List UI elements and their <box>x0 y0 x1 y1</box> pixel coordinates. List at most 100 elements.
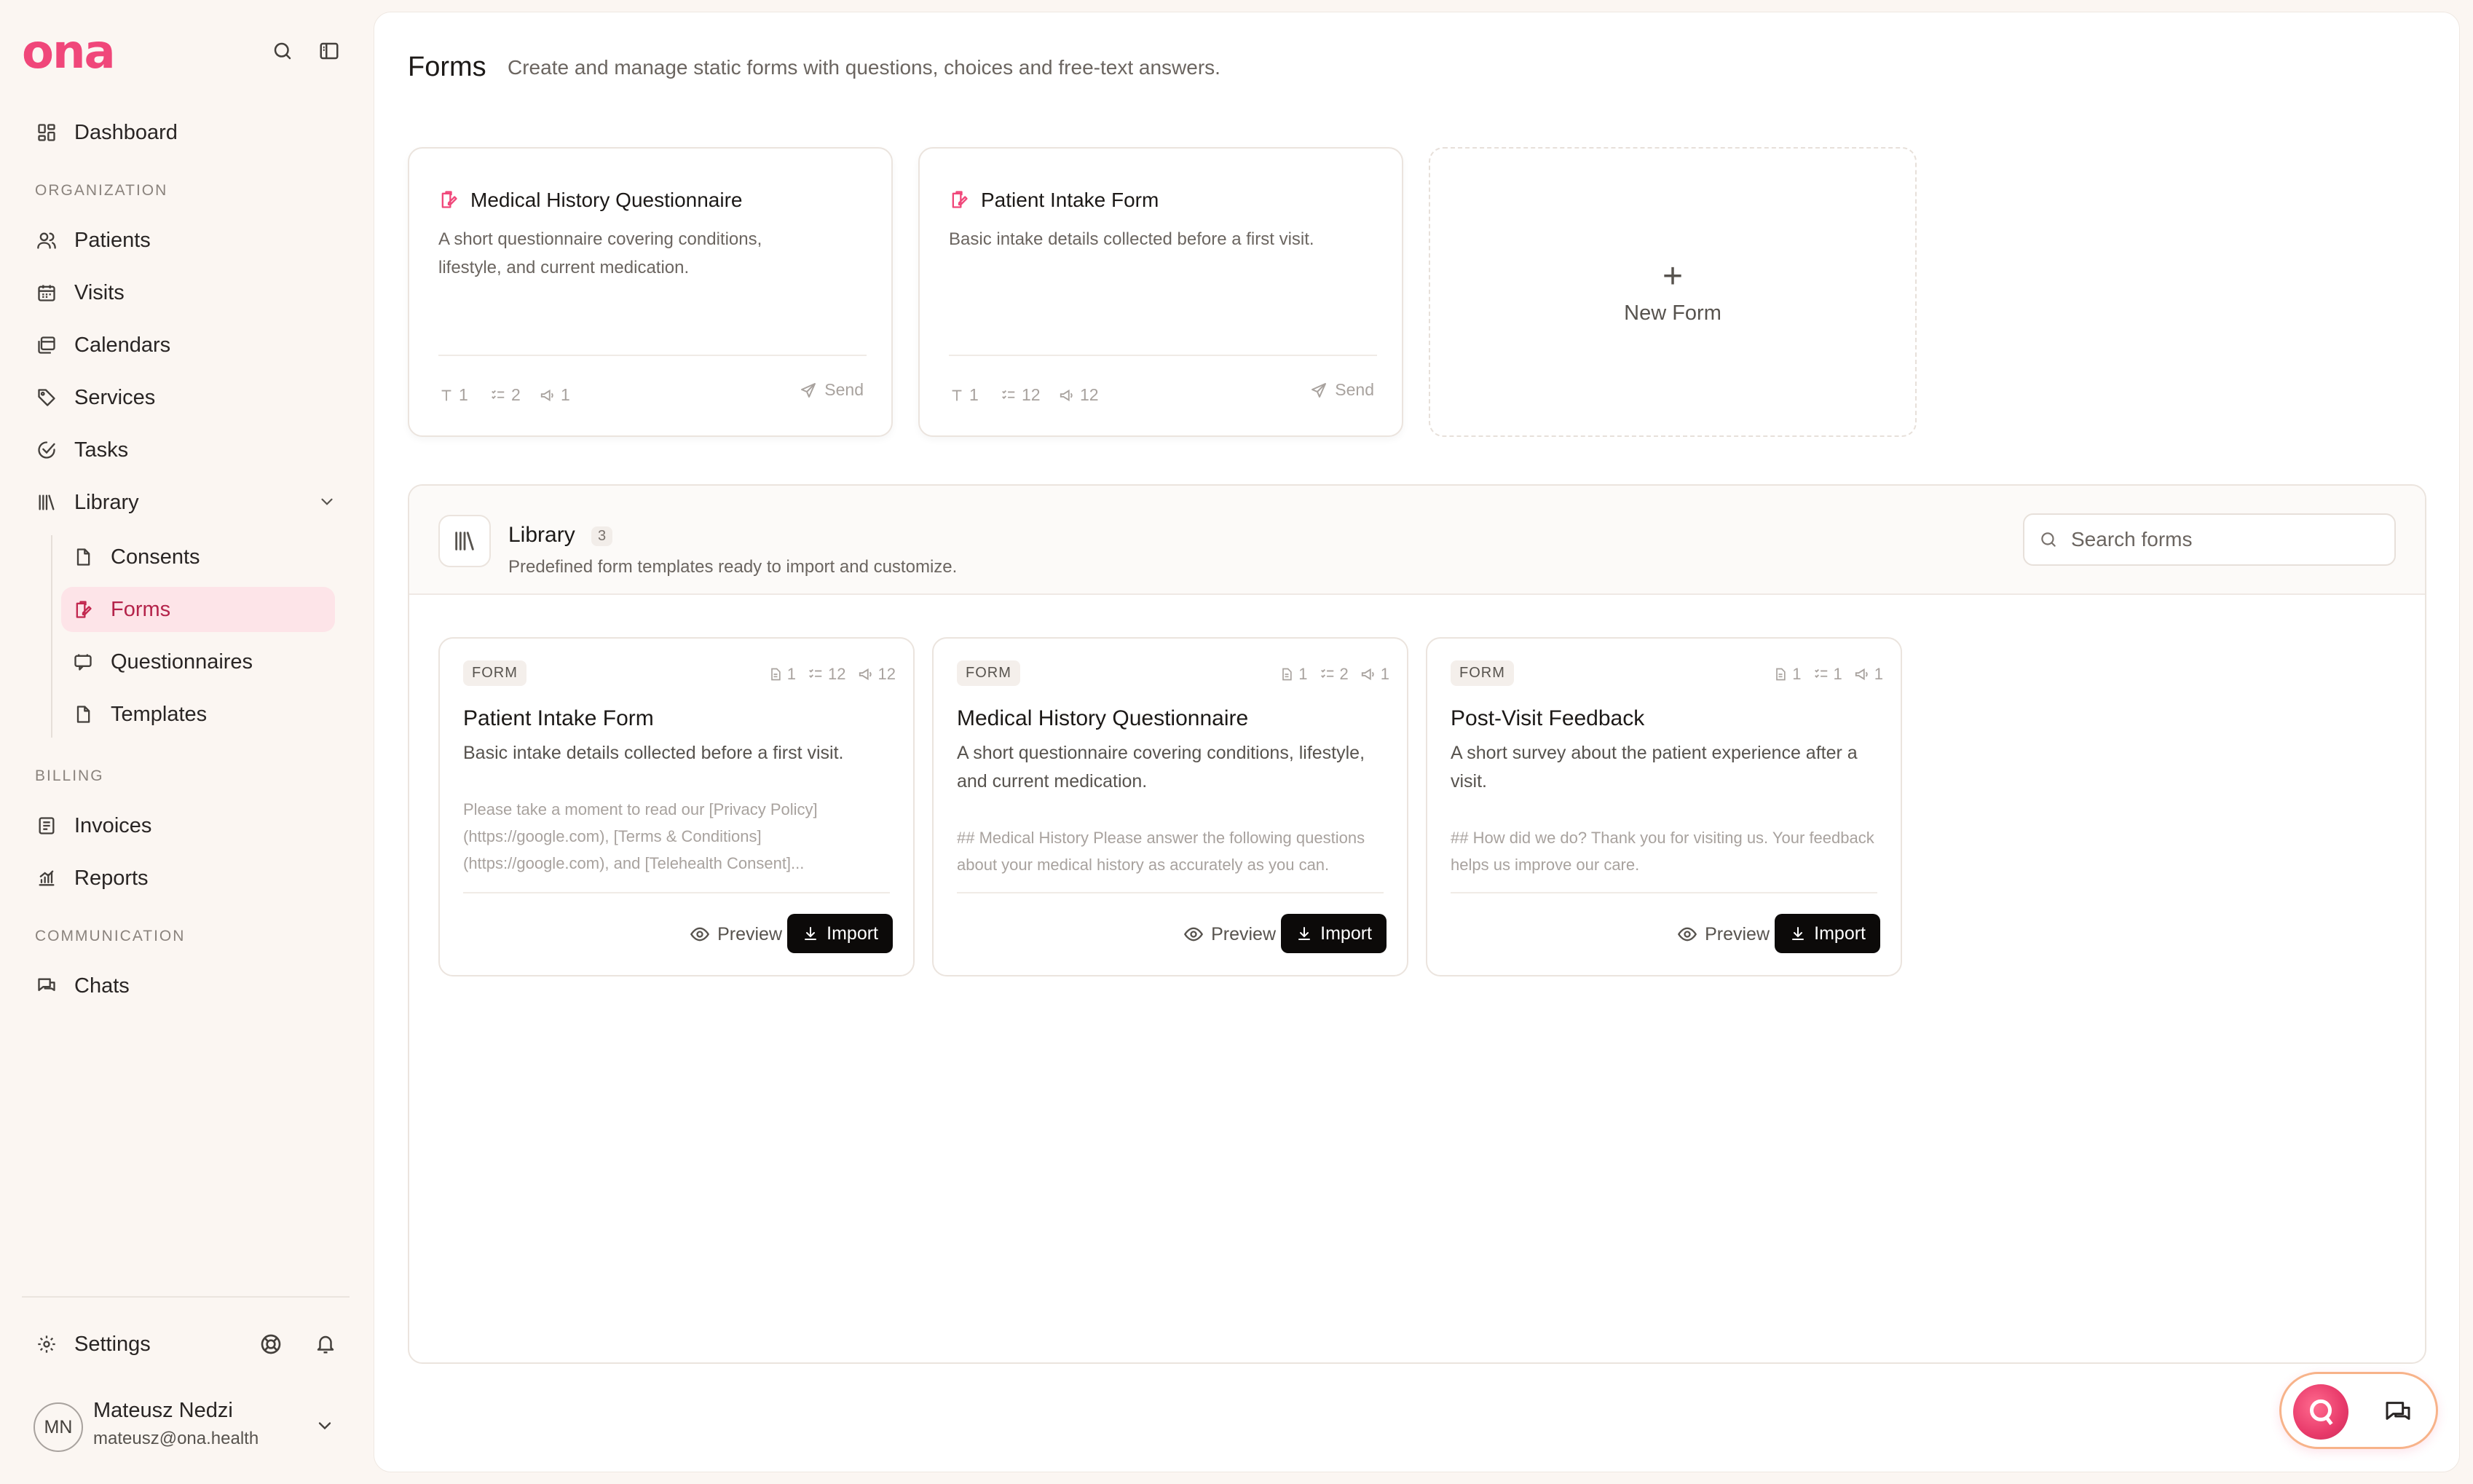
sidebar-item-calendars[interactable]: Calendars <box>32 323 338 368</box>
type-badge: FORM <box>1451 660 1514 686</box>
template-description: Basic intake details collected before a … <box>463 743 844 763</box>
divider <box>949 355 1377 356</box>
sidebar-item-label: Tasks <box>74 438 129 462</box>
docs-count: 1 <box>1773 665 1802 684</box>
checklist-icon <box>492 390 505 399</box>
template-description: A short questionnaire covering condition… <box>957 743 1365 792</box>
sidebar-item-label: Library <box>74 490 139 514</box>
sidebar-item-library[interactable]: Library <box>32 480 338 525</box>
dashboard-icon <box>35 121 58 144</box>
bell-icon[interactable] <box>315 1333 336 1356</box>
sidebar-item-templates[interactable]: Templates <box>61 692 335 737</box>
sidebar-item-label: Visits <box>74 280 125 304</box>
sidebar-item-tasks[interactable]: Tasks <box>32 427 338 473</box>
form-card[interactable]: Medical History Questionnaire A short qu… <box>408 147 893 437</box>
form-card[interactable]: Patient Intake Form Basic intake details… <box>918 147 1403 437</box>
search-icon <box>2039 530 2058 549</box>
template-body-preview: ## Medical History Please answer the fol… <box>957 829 1365 874</box>
statements-count: 12 <box>1058 385 1099 405</box>
sidebar-toggle-icon[interactable] <box>315 36 344 66</box>
checklist-icon <box>809 668 822 678</box>
search-field[interactable] <box>2023 513 2396 566</box>
choices-count: 2 <box>489 385 521 405</box>
statements-count: 12 <box>858 665 896 684</box>
assistant-logo-icon[interactable] <box>2293 1384 2348 1440</box>
send-icon <box>801 382 816 398</box>
library-header: Library 3 Predefined form templates read… <box>409 486 2425 595</box>
sidebar-item-label: Settings <box>74 1332 151 1356</box>
sidebar-item-questionnaires[interactable]: Questionnaires <box>61 639 335 684</box>
statements-count: 1 <box>1360 665 1389 684</box>
sidebar-item-label: Templates <box>111 702 208 726</box>
sidebar-item-consents[interactable]: Consents <box>61 534 335 580</box>
megaphone-icon <box>540 389 553 401</box>
docs-count: 1 <box>1279 665 1308 684</box>
sidebar-item-label: Calendars <box>74 333 171 357</box>
divider <box>463 892 890 893</box>
sidebar-item-label: Services <box>74 385 156 409</box>
avatar[interactable]: MN <box>33 1402 83 1452</box>
template-description: A short survey about the patient experie… <box>1451 743 1858 792</box>
submenu-guide-line <box>51 535 52 738</box>
sidebar-item-forms[interactable]: Forms <box>61 587 335 632</box>
chat-icon[interactable] <box>2383 1398 2413 1427</box>
search-icon[interactable] <box>268 36 297 66</box>
ona-logo[interactable]: ona <box>22 29 116 76</box>
text-count: 1 <box>438 385 468 405</box>
section-label-organization: ORGANIZATION <box>35 182 168 199</box>
chevron-down-icon[interactable] <box>315 1416 335 1436</box>
template-card: FORM 1 12 12 Patient Intake Form Basic i… <box>438 637 915 976</box>
sidebar-item-label: Patients <box>74 228 151 252</box>
import-button[interactable]: Import <box>1281 914 1387 953</box>
document-icon <box>71 703 95 726</box>
import-button[interactable]: Import <box>1775 914 1880 953</box>
sidebar-item-settings[interactable]: Settings <box>32 1322 251 1367</box>
sidebar-item-label: Questionnaires <box>111 650 253 674</box>
checklist-icon <box>1814 668 1827 678</box>
new-form-label: New Form <box>1624 301 1721 325</box>
user-name: Mateusz Nedzi <box>93 1399 233 1422</box>
download-icon <box>1792 927 1805 940</box>
template-body-preview: ## How did we do? Thank you for visiting… <box>1451 829 1874 874</box>
plus-icon: + <box>1662 256 1684 296</box>
main-panel: Forms Create and manage static forms wit… <box>374 12 2460 1472</box>
sidebar-item-invoices[interactable]: Invoices <box>32 803 338 848</box>
preview-button[interactable]: Preview <box>1677 915 1770 953</box>
eye-icon <box>690 927 710 942</box>
sidebar-item-chats[interactable]: Chats <box>32 963 338 1009</box>
chevron-down-icon[interactable] <box>317 492 336 511</box>
chat-widget[interactable] <box>2279 1372 2438 1449</box>
library-description: Predefined form templates ready to impor… <box>508 557 958 577</box>
text-icon <box>441 390 451 400</box>
sidebar-item-dashboard[interactable]: Dashboard <box>32 110 338 155</box>
users-icon <box>35 229 58 252</box>
bar-chart-icon <box>35 867 58 890</box>
preview-button[interactable]: Preview <box>690 915 782 953</box>
divider <box>1451 892 1877 893</box>
page-description: Create and manage static forms with ques… <box>508 56 1220 79</box>
send-button[interactable]: Send <box>800 380 864 400</box>
new-form-button[interactable]: + New Form <box>1429 147 1917 437</box>
sidebar-item-label: Consents <box>111 545 200 569</box>
search-input[interactable] <box>2071 528 2377 551</box>
template-card: FORM 1 1 1 Post-Visit Feedback A short s… <box>1426 637 1902 976</box>
sidebar-item-reports[interactable]: Reports <box>32 856 338 901</box>
statements-count: 1 <box>1854 665 1883 684</box>
sidebar-item-patients[interactable]: Patients <box>32 218 338 263</box>
sidebar-item-label: Dashboard <box>74 120 178 144</box>
template-body-preview: Please take a moment to read our [Privac… <box>463 800 818 872</box>
template-stats: 1 2 1 <box>1268 665 1389 684</box>
library-icon <box>35 491 58 514</box>
import-button[interactable]: Import <box>787 914 893 953</box>
help-lifebuoy-icon[interactable] <box>259 1333 283 1356</box>
divider <box>957 892 1384 893</box>
library-count-badge: 3 <box>591 526 613 546</box>
library-icon <box>438 515 491 567</box>
preview-button[interactable]: Preview <box>1183 915 1276 953</box>
form-title: Patient Intake Form <box>981 189 1159 211</box>
chat-question-icon <box>71 650 95 674</box>
sidebar-item-services[interactable]: Services <box>32 375 338 420</box>
sidebar-item-visits[interactable]: Visits <box>32 270 338 315</box>
check-circle-icon <box>35 438 58 462</box>
send-button[interactable]: Send <box>1310 380 1374 400</box>
